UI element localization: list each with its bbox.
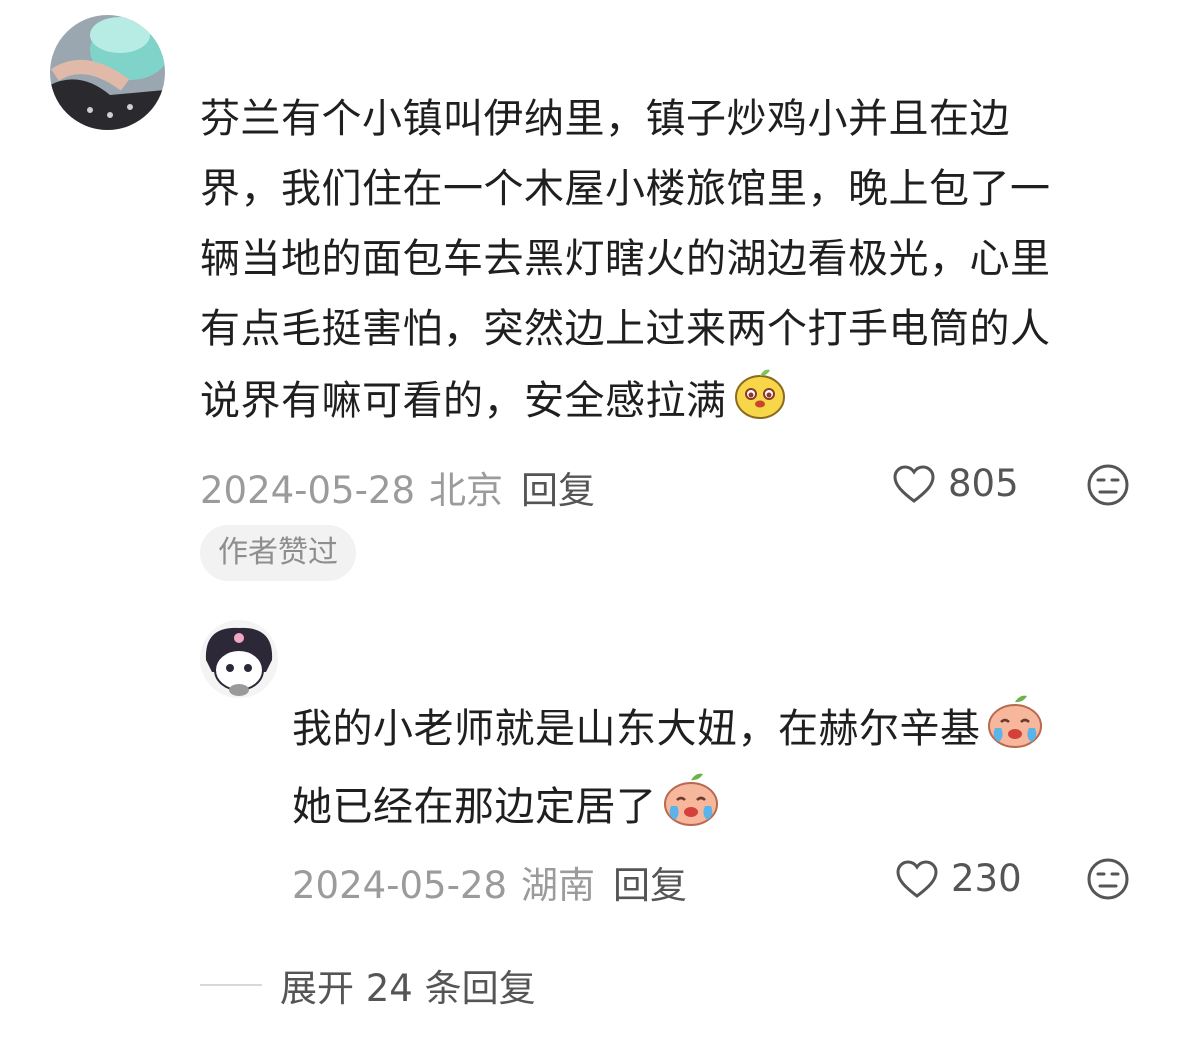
dislike-button[interactable] (1086, 463, 1130, 507)
avatar-photo (50, 15, 165, 130)
avatar-kuromi (200, 620, 278, 698)
reply-text: 我的小老师就是山东大妞，在赫尔辛基 她已经在那边定居了 (292, 694, 1172, 850)
crying-peach-emoji-icon (661, 772, 721, 850)
crying-peach-emoji-icon (985, 694, 1045, 772)
reply-line: 我的小老师就是山东大妞，在赫尔辛基 (292, 706, 981, 752)
unhappy-face-icon (1087, 464, 1129, 506)
comment-line: 说界有嘛可看的，安全感拉满 (200, 378, 727, 424)
reply-line: 她已经在那边定居了 (292, 784, 657, 830)
like-button[interactable]: 805 (892, 462, 1019, 505)
dislike-button[interactable] (1086, 857, 1130, 901)
reply-date: 2024-05-28 (292, 864, 508, 907)
reply-location: 湖南 (521, 864, 596, 907)
divider (200, 984, 262, 986)
like-count: 230 (951, 857, 1022, 900)
comment-text: 芬兰有个小镇叫伊纳里，镇子炒鸡小并且在边 界，我们住在一个木屋小楼旅馆里，晚上包… (200, 84, 1160, 444)
reply-line-second: 她已经在那边定居了 (292, 772, 1172, 850)
comment-meta: 2024-05-28 北京 回复 (200, 460, 595, 514)
comment-line: 有点毛挺害怕，突然边上过来两个打手电筒的人 (200, 306, 1051, 352)
like-count: 805 (948, 462, 1019, 505)
heart-icon (896, 859, 938, 898)
comment-date: 2024-05-28 (200, 469, 416, 512)
comment-line: 芬兰有个小镇叫伊纳里，镇子炒鸡小并且在边 (200, 96, 1010, 142)
reply-meta: 2024-05-28 湖南 回复 (292, 855, 687, 909)
unhappy-face-icon (1087, 858, 1129, 900)
commenter-avatar[interactable] (50, 15, 165, 130)
reply-line-first: 我的小老师就是山东大妞，在赫尔辛基 (292, 694, 1172, 772)
comment-line: 界，我们住在一个木屋小楼旅馆里，晚上包了一 (200, 166, 1051, 212)
reply-button[interactable]: 回复 (613, 864, 687, 907)
expand-replies-button[interactable]: 展开 24 条回复 (200, 958, 536, 1012)
replier-avatar[interactable] (200, 620, 278, 698)
author-liked-badge: 作者赞过 (200, 525, 356, 581)
smiling-mango-emoji-icon (731, 364, 789, 444)
expand-replies-label: 展开 24 条回复 (280, 967, 536, 1010)
reply-button[interactable]: 回复 (521, 469, 595, 512)
comment-location: 北京 (429, 469, 504, 512)
like-button[interactable]: 230 (895, 857, 1022, 900)
comment-line-last: 说界有嘛可看的，安全感拉满 (200, 364, 1160, 444)
heart-icon (893, 464, 935, 503)
comment-line: 辆当地的面包车去黑灯瞎火的湖边看极光，心里 (200, 236, 1051, 282)
